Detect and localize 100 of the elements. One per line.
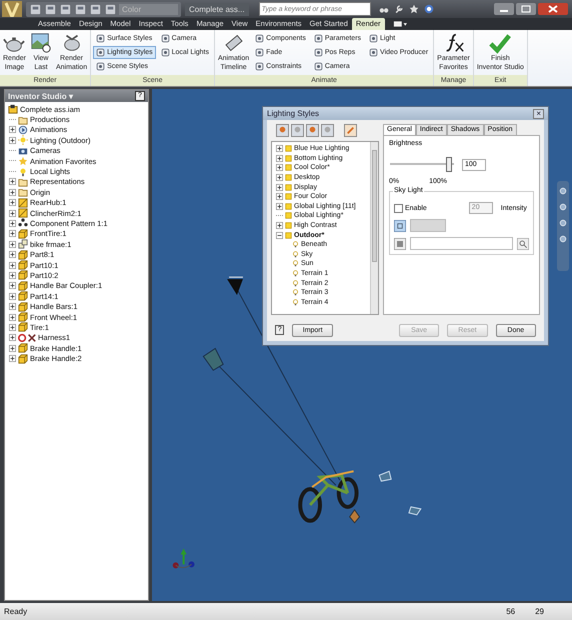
toolbar-icon[interactable]: [29, 2, 42, 16]
expand-icon[interactable]: [9, 199, 16, 206]
expand-icon[interactable]: [9, 188, 16, 196]
axis-triad-icon: [172, 548, 194, 568]
expand-icon[interactable]: [276, 154, 283, 162]
tool-icon: [96, 34, 106, 43]
expand-icon[interactable]: [9, 355, 16, 362]
maximize-icon[interactable]: [516, 3, 536, 15]
image-button-icon[interactable]: [394, 238, 406, 250]
expand-icon[interactable]: [276, 232, 283, 239]
checkmark-icon: [489, 32, 512, 54]
light-bulb-icon: [292, 241, 299, 248]
expand-icon[interactable]: [9, 220, 16, 227]
frame-icon: [18, 239, 28, 250]
part-icon: [18, 354, 28, 364]
expand-icon[interactable]: [276, 164, 283, 172]
image-path-field[interactable]: [410, 237, 513, 250]
part-icon: [18, 260, 28, 270]
expand-icon[interactable]: [9, 210, 16, 217]
toolbar-icon[interactable]: [89, 2, 102, 16]
expand-icon[interactable]: [276, 145, 283, 152]
app-logo-icon[interactable]: [2, 1, 22, 17]
expand-icon[interactable]: [9, 126, 16, 134]
expand-icon[interactable]: [9, 251, 16, 258]
star-icon: [18, 156, 28, 166]
part-icon: [18, 322, 28, 332]
coordinate-x: 56: [506, 607, 516, 616]
expand-icon[interactable]: [9, 334, 16, 342]
tool-icon: [160, 48, 170, 57]
light-tool-icon[interactable]: [344, 124, 357, 137]
tool-icon: [369, 48, 378, 57]
viewport[interactable]: [152, 89, 572, 601]
expand-icon[interactable]: [9, 344, 16, 352]
tool-icon: [96, 48, 106, 57]
expand-icon[interactable]: [9, 303, 16, 310]
document-tab[interactable]: Complete ass...: [185, 2, 249, 16]
browser-title[interactable]: Inventor Studio ▾: [8, 92, 73, 100]
close-icon[interactable]: [538, 3, 568, 15]
toolbar-icon[interactable]: [74, 2, 87, 16]
expand-icon[interactable]: [276, 174, 283, 182]
part-icon: [18, 291, 28, 302]
part-icon: [18, 270, 28, 280]
light-marker-icon[interactable]: [349, 509, 360, 524]
coordinate-y: 29: [535, 607, 544, 616]
expand-icon[interactable]: [276, 222, 283, 230]
light-bulb-icon: [292, 260, 299, 268]
expand-icon[interactable]: [9, 314, 16, 320]
light-tool-icon[interactable]: [276, 124, 289, 137]
expand-icon[interactable]: [9, 324, 16, 331]
tool-icon: [314, 34, 323, 43]
light-bulb-icon: [292, 289, 299, 296]
camera-dropdown-icon[interactable]: [392, 20, 406, 28]
tool-icon: [314, 62, 323, 71]
minimize-icon[interactable]: [494, 3, 514, 15]
scrollbar[interactable]: [370, 142, 378, 314]
spotlight-drawing[interactable]: [227, 276, 244, 295]
harness-icon: [18, 332, 36, 343]
slider-thumb[interactable]: [446, 157, 452, 172]
expand-icon[interactable]: [9, 292, 16, 300]
browse-icon[interactable]: [517, 238, 529, 250]
expand-icon[interactable]: [9, 136, 16, 144]
expand-icon[interactable]: [276, 202, 283, 210]
color-swatch[interactable]: [410, 219, 446, 232]
image-icon: [30, 32, 52, 54]
tool-icon: [255, 34, 264, 43]
tool-icon: [96, 62, 106, 71]
close-button[interactable]: ×: [533, 108, 544, 118]
star-icon[interactable]: [408, 4, 419, 14]
light-bulb-icon: [292, 298, 299, 306]
expand-icon[interactable]: [9, 262, 16, 269]
help-icon[interactable]: [424, 4, 434, 14]
assembly-icon: [18, 208, 28, 218]
expand-icon[interactable]: [276, 184, 283, 191]
folder-icon: [18, 187, 28, 198]
bicycle-drawing[interactable]: [298, 470, 359, 523]
status-text: Ready: [4, 607, 28, 616]
toolbar-icon[interactable]: [59, 2, 72, 16]
tool-icon: [369, 34, 378, 43]
expand-icon[interactable]: [9, 272, 16, 279]
wrench-icon[interactable]: [394, 4, 404, 14]
expand-icon[interactable]: [276, 193, 283, 200]
light-tool-icon[interactable]: [306, 124, 319, 137]
light-bulb-icon: [292, 270, 299, 278]
camera-icon: [18, 146, 28, 156]
toolbar-icon[interactable]: [44, 2, 57, 16]
part-icon: [18, 302, 28, 312]
light-tool-icon[interactable]: [321, 124, 334, 137]
sun-icon: [18, 135, 28, 146]
expand-icon[interactable]: [9, 240, 16, 248]
part-icon: [18, 343, 28, 354]
dialog-title: Lighting Styles: [267, 109, 320, 118]
expand-icon[interactable]: [9, 230, 16, 238]
expand-icon[interactable]: [9, 178, 16, 186]
navigation-bar[interactable]: [557, 181, 569, 271]
light-tool-icon[interactable]: [291, 124, 304, 137]
toolbar-icon[interactable]: [104, 2, 117, 16]
image-button-icon[interactable]: [394, 220, 406, 232]
part-icon: [18, 228, 28, 239]
pattern-icon: [18, 218, 28, 228]
expand-icon[interactable]: [9, 282, 16, 290]
